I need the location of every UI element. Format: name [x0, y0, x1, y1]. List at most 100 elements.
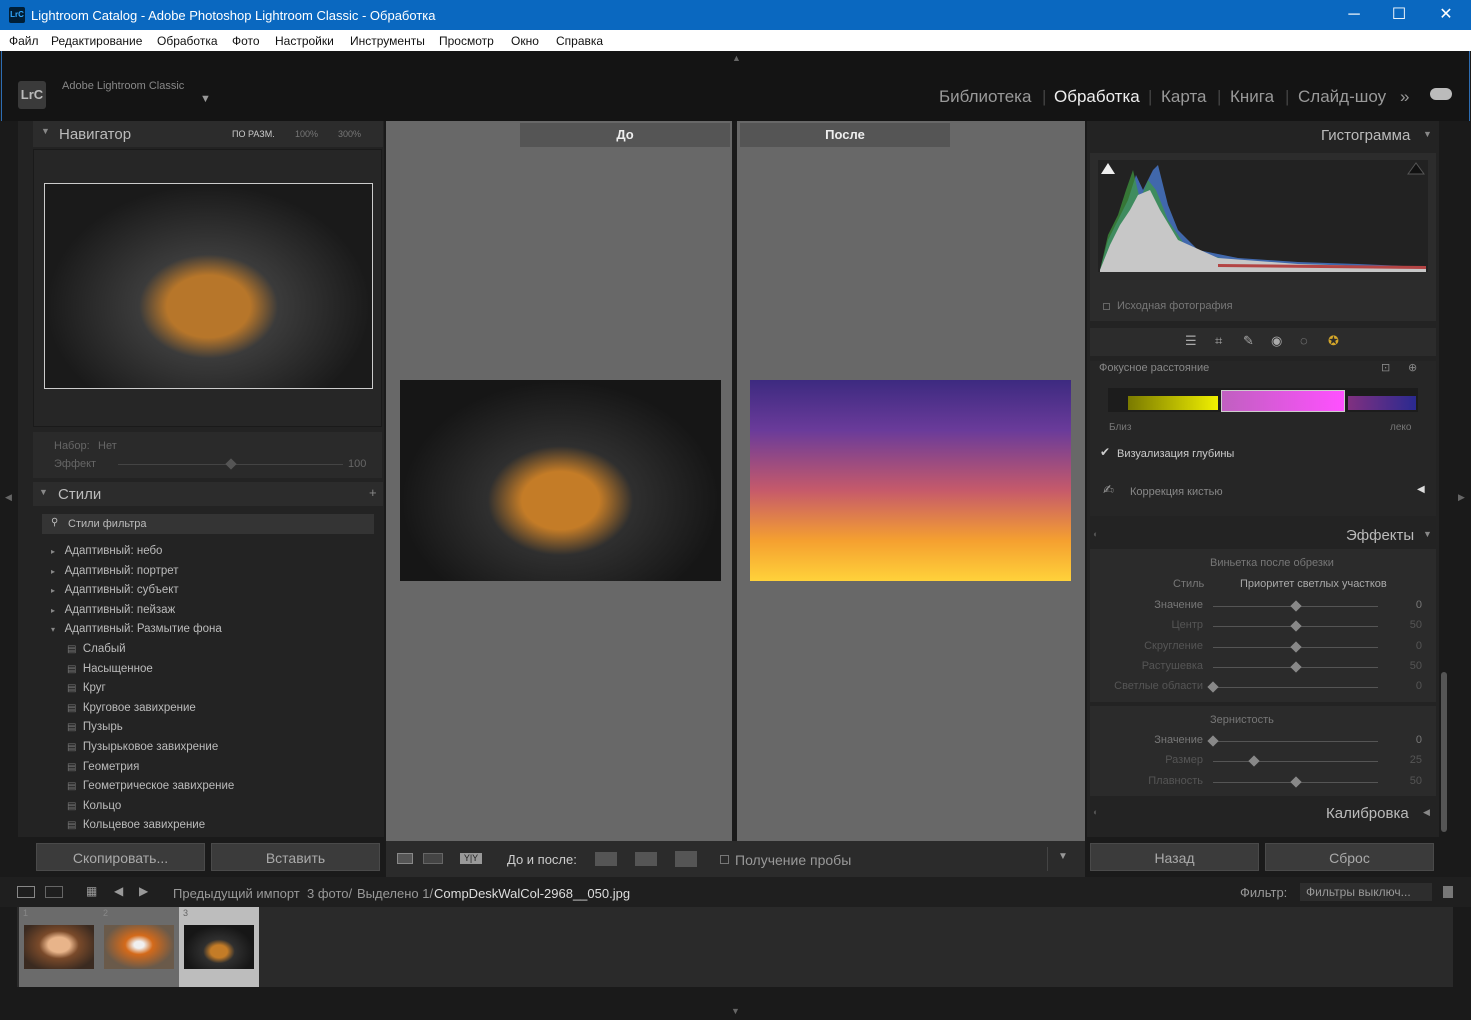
healing-icon[interactable]: ✎ — [1243, 333, 1254, 349]
vignette-slider-thumb[interactable] — [1289, 620, 1302, 632]
grain-slider-track[interactable] — [1213, 761, 1378, 763]
brush-icon[interactable]: ✍ — [1103, 482, 1114, 498]
menu-window[interactable]: Окно — [511, 34, 539, 48]
style-item[interactable]: ▤ Кольцевое завихрение — [51, 816, 371, 836]
toggle-eye-icon[interactable]: ◐ — [1093, 807, 1098, 817]
copy-before-to-after-icon[interactable] — [595, 852, 617, 866]
effects-header[interactable]: ◐ Эффекты ▼ — [1087, 522, 1439, 548]
menu-edit[interactable]: Редактирование — [51, 34, 142, 48]
minimize-button[interactable]: ─ — [1331, 0, 1377, 30]
style-item[interactable]: ▤ Слабый — [51, 640, 371, 660]
vignette-style-select[interactable]: Приоритет светлых участков — [1240, 578, 1387, 590]
expand-triangle-icon[interactable]: ◀ — [1423, 807, 1430, 818]
filmstrip-thumb[interactable]: 1 — [19, 907, 99, 987]
presets-icon[interactable]: ✪ — [1328, 333, 1339, 349]
original-photo-checkbox[interactable] — [1103, 303, 1110, 310]
copy-button[interactable]: Скопировать... — [36, 843, 205, 871]
filmstrip-thumb-selected[interactable]: 3 — [179, 907, 259, 987]
navigator-header[interactable]: ▼ Навигатор ПО РАЗМ. 100% 300% — [33, 121, 383, 147]
swap-icon[interactable] — [675, 851, 697, 867]
histogram-graph[interactable] — [1098, 160, 1428, 272]
soft-proof-checkbox[interactable] — [720, 855, 729, 864]
before-after-icon[interactable] — [423, 853, 443, 864]
filmstrip-source[interactable]: Предыдущий импорт — [173, 886, 300, 901]
style-group[interactable]: ▸ Адаптивный: пейзаж — [51, 601, 371, 621]
collapse-left-icon[interactable]: ◀ — [5, 492, 12, 503]
module-slideshow[interactable]: Слайд-шоу — [1298, 87, 1386, 107]
after-image[interactable] — [750, 380, 1071, 581]
style-item[interactable]: ▤ Пузырьковое завихрение — [51, 738, 371, 758]
toolbar-menu-icon[interactable]: ▼ — [1058, 851, 1068, 862]
grain-slider-thumb[interactable] — [1207, 735, 1219, 747]
collapse-triangle-icon[interactable]: ▼ — [1423, 129, 1432, 139]
toggle-eye-icon[interactable]: ◐ — [1093, 529, 1098, 539]
collapse-top-icon[interactable]: ▲ — [732, 53, 741, 63]
identity-dropdown-icon[interactable]: ▼ — [200, 93, 211, 105]
menu-settings[interactable]: Настройки — [275, 34, 334, 48]
module-map[interactable]: Карта — [1161, 87, 1207, 107]
yy-view-icon[interactable]: Y|Y — [460, 853, 482, 864]
second-window-icon[interactable] — [45, 886, 63, 898]
paste-button[interactable]: Вставить — [211, 843, 380, 871]
histogram-header[interactable]: Гистограмма ▼ — [1087, 121, 1439, 149]
previous-button[interactable]: Назад — [1090, 843, 1259, 871]
style-item[interactable]: ▤ Геометрическое завихрение — [51, 777, 371, 797]
collapse-triangle-icon[interactable]: ▼ — [1423, 529, 1432, 539]
grid-icon[interactable]: ▦ — [86, 884, 97, 898]
brush-expand-icon[interactable]: ◀ — [1417, 484, 1425, 495]
menu-tools[interactable]: Инструменты — [350, 34, 425, 48]
style-item[interactable]: ▤ Насыщенное — [51, 660, 371, 680]
more-modules-icon[interactable]: » — [1400, 87, 1409, 107]
style-item[interactable]: ▤ Круг — [51, 679, 371, 699]
menu-develop[interactable]: Обработка — [157, 34, 218, 48]
red-eye-icon[interactable]: ◉ — [1271, 333, 1282, 349]
style-group-expanded[interactable]: ▾ Адаптивный: Размытие фона — [51, 620, 371, 640]
navigator-preview[interactable] — [33, 149, 382, 427]
grain-slider-track[interactable] — [1213, 741, 1378, 742]
menu-view[interactable]: Просмотр — [439, 34, 494, 48]
vignette-slider-thumb[interactable] — [1289, 661, 1302, 673]
style-item[interactable]: ▤ Геометрия — [51, 758, 371, 778]
effect-slider-thumb[interactable] — [224, 458, 237, 470]
collapse-right-icon[interactable]: ▶ — [1458, 492, 1465, 503]
forward-arrow-icon[interactable]: ▶ — [139, 884, 148, 898]
masking-icon[interactable]: ◌ — [1300, 333, 1308, 348]
filmstrip-filename[interactable]: CompDeskWalCol-2968__050.jpg — [434, 886, 630, 901]
menu-help[interactable]: Справка — [556, 34, 603, 48]
vignette-slider-track[interactable] — [1213, 687, 1378, 689]
style-group[interactable]: ▸ Адаптивный: небо — [51, 542, 371, 562]
grain-slider-thumb[interactable] — [1248, 755, 1260, 767]
filmstrip-thumb[interactable]: 2 — [99, 907, 179, 987]
crop-icon[interactable]: ⌗ — [1215, 333, 1222, 349]
collapse-triangle-icon[interactable]: ▼ — [39, 487, 48, 497]
collapse-bottom-icon[interactable]: ▼ — [731, 1006, 740, 1016]
visualize-depth-checkbox[interactable]: ✔ — [1100, 445, 1110, 459]
filter-lock-icon[interactable] — [1443, 886, 1453, 898]
before-image[interactable] — [400, 380, 721, 581]
main-window-icon[interactable] — [17, 886, 35, 898]
maximize-button[interactable]: ☐ — [1376, 0, 1422, 30]
close-button[interactable]: ✕ — [1423, 0, 1469, 30]
style-filter-input[interactable]: ⚲ Стили фильтра — [42, 514, 374, 534]
loupe-view-icon[interactable] — [397, 853, 413, 864]
vignette-slider-thumb[interactable] — [1289, 640, 1302, 653]
add-style-icon[interactable]: + — [369, 485, 377, 500]
vignette-slider-thumb[interactable] — [1289, 600, 1302, 612]
collapse-triangle-icon[interactable]: ▼ — [41, 126, 50, 136]
back-arrow-icon[interactable]: ◀ — [114, 884, 123, 898]
zoom-fit[interactable]: ПО РАЗМ. — [232, 129, 275, 139]
target-icon[interactable]: ⊕ — [1408, 361, 1417, 374]
reset-button[interactable]: Сброс — [1265, 843, 1434, 871]
style-item[interactable]: ▤ Пузырь — [51, 718, 371, 738]
module-develop[interactable]: Обработка — [1054, 87, 1140, 107]
style-item[interactable]: ▤ Круговое завихрение — [51, 699, 371, 719]
depth-picker-icon[interactable]: ⊡ — [1381, 361, 1390, 374]
style-group[interactable]: ▸ Адаптивный: субъект — [51, 581, 371, 601]
filter-select[interactable]: Фильтры выключ... — [1300, 883, 1432, 901]
zoom-300[interactable]: 300% — [338, 129, 361, 139]
grain-slider-thumb[interactable] — [1289, 775, 1302, 788]
style-group[interactable]: ▸ Адаптивный: портрет — [51, 562, 371, 582]
vignette-slider-thumb[interactable] — [1207, 681, 1219, 693]
menu-file[interactable]: Файл — [9, 34, 39, 48]
copy-after-to-before-icon[interactable] — [635, 852, 657, 866]
